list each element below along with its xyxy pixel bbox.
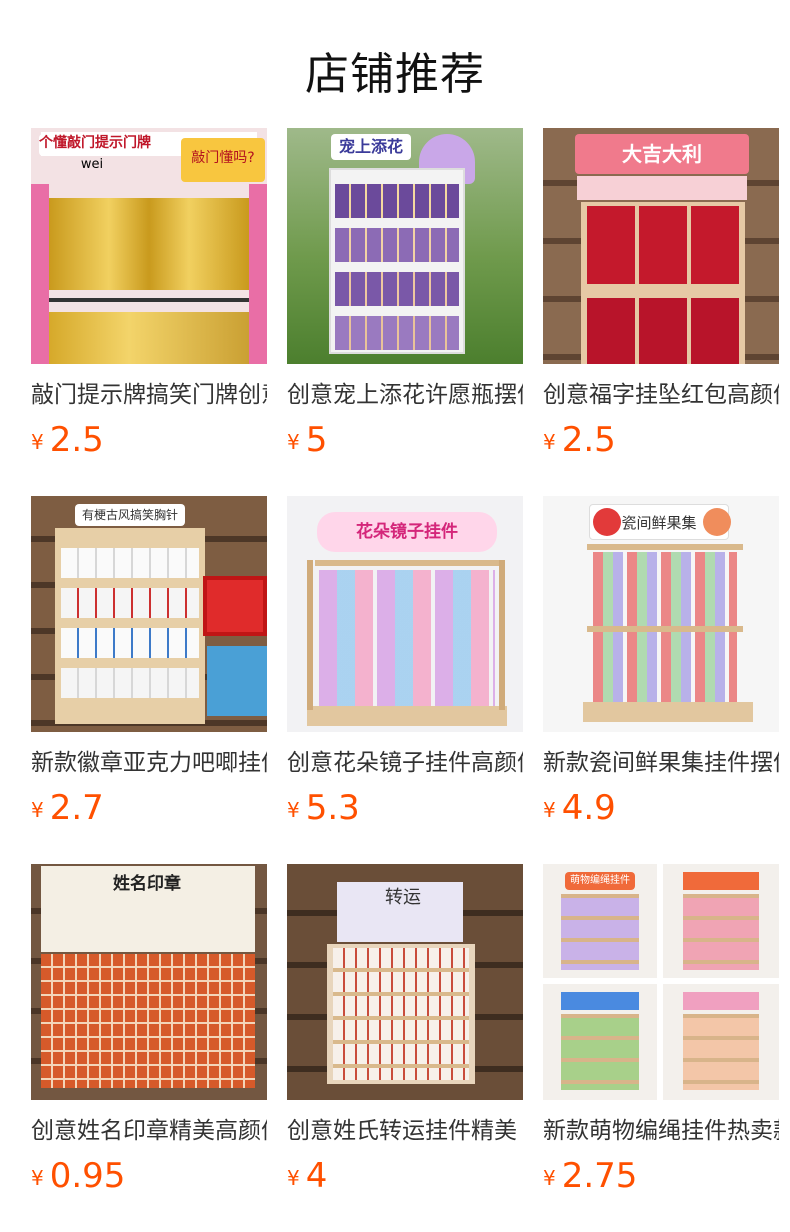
product-sign-text: 宠上添花 [331,134,411,160]
product-price: ¥5 [287,420,523,460]
price-value: 4 [305,1156,328,1196]
price-value: 5 [305,420,328,460]
currency-symbol: ¥ [31,798,44,822]
price-value: 0.95 [49,1156,126,1196]
product-price: ¥2.5 [31,420,267,460]
product-image[interactable]: 姓名印章 [31,864,267,1100]
price-value: 2.7 [49,788,104,828]
product-name[interactable]: 新款萌物编绳挂件热卖款 [543,1116,779,1150]
product-sign-text: 花朵镜子挂件 [317,512,497,552]
product-card[interactable]: 大吉大利 创意福字挂坠红包高颜值 ¥2.5 [543,128,779,460]
product-sign-text: 有梗古风搞笑胸针 [75,504,185,526]
product-card[interactable]: 转运 创意姓氏转运挂件精美 ¥4 [287,864,523,1196]
product-card[interactable]: 有梗古风搞笑胸针 新款徽章亚克力吧唧挂件 ¥2.7 [31,496,267,828]
currency-symbol: ¥ [287,798,300,822]
currency-symbol: ¥ [543,1166,556,1190]
product-image[interactable]: 花朵镜子挂件 [287,496,523,732]
product-sign-text: wei [80,157,104,172]
product-name[interactable]: 创意姓名印章精美高颜值 [31,1116,267,1150]
product-name[interactable]: 创意姓氏转运挂件精美 [287,1116,523,1150]
currency-symbol: ¥ [543,430,556,454]
product-card[interactable]: 花朵镜子挂件 创意花朵镜子挂件高颜值 ¥5.3 [287,496,523,828]
price-value: 2.75 [561,1156,638,1196]
currency-symbol: ¥ [287,430,300,454]
product-name[interactable]: 创意福字挂坠红包高颜值 [543,380,779,414]
product-price: ¥4.9 [543,788,779,828]
product-image[interactable]: 宠上添花 [287,128,523,364]
product-price: ¥2.75 [543,1156,779,1196]
product-name[interactable]: 新款瓷间鲜果集挂件摆件 [543,748,779,782]
product-name[interactable]: 创意花朵镜子挂件高颜值 [287,748,523,782]
price-value: 2.5 [561,420,616,460]
product-image[interactable]: 转运 [287,864,523,1100]
product-sign-text: 萌物编绳挂件 [565,872,635,890]
product-price: ¥2.5 [543,420,779,460]
product-name[interactable]: 创意宠上添花许愿瓶摆件 [287,380,523,414]
product-image[interactable]: 有梗古风搞笑胸针 [31,496,267,732]
currency-symbol: ¥ [543,798,556,822]
price-value: 2.5 [49,420,104,460]
product-card[interactable]: 姓名印章 创意姓名印章精美高颜值 ¥0.95 [31,864,267,1196]
product-price: ¥4 [287,1156,523,1196]
product-card[interactable]: 萌物编绳挂件 新款萌物编绳挂件热卖款 ¥2.75 [543,864,779,1196]
product-sign-text: 个懂敲门提示门牌 [39,134,179,156]
price-value: 4.9 [561,788,616,828]
price-value: 5.3 [305,788,360,828]
product-price: ¥0.95 [31,1156,267,1196]
product-sign-text: 转运 [383,886,423,938]
product-name[interactable]: 敲门提示牌搞笑门牌创意 [31,380,267,414]
product-grid: 个懂敲门提示门牌 wei 敲门懂吗? 敲门提示牌搞笑门牌创意 ¥2.5 宠上添花… [0,0,790,1232]
product-image[interactable]: 瓷间鲜果集 [543,496,779,732]
product-card[interactable]: 瓷间鲜果集 新款瓷间鲜果集挂件摆件 ¥4.9 [543,496,779,828]
product-name[interactable]: 新款徽章亚克力吧唧挂件 [31,748,267,782]
product-price: ¥2.7 [31,788,267,828]
currency-symbol: ¥ [31,430,44,454]
product-sign-text: 大吉大利 [575,134,749,174]
product-card[interactable]: 宠上添花 创意宠上添花许愿瓶摆件 ¥5 [287,128,523,460]
product-sign-text: 姓名印章 [97,870,197,898]
product-image[interactable]: 大吉大利 [543,128,779,364]
product-image[interactable]: 个懂敲门提示门牌 wei 敲门懂吗? [31,128,267,364]
product-price: ¥5.3 [287,788,523,828]
product-image[interactable]: 萌物编绳挂件 [543,864,779,1100]
product-card[interactable]: 个懂敲门提示门牌 wei 敲门懂吗? 敲门提示牌搞笑门牌创意 ¥2.5 [31,128,267,460]
currency-symbol: ¥ [31,1166,44,1190]
product-sign-text: 敲门懂吗? [181,138,265,182]
currency-symbol: ¥ [287,1166,300,1190]
